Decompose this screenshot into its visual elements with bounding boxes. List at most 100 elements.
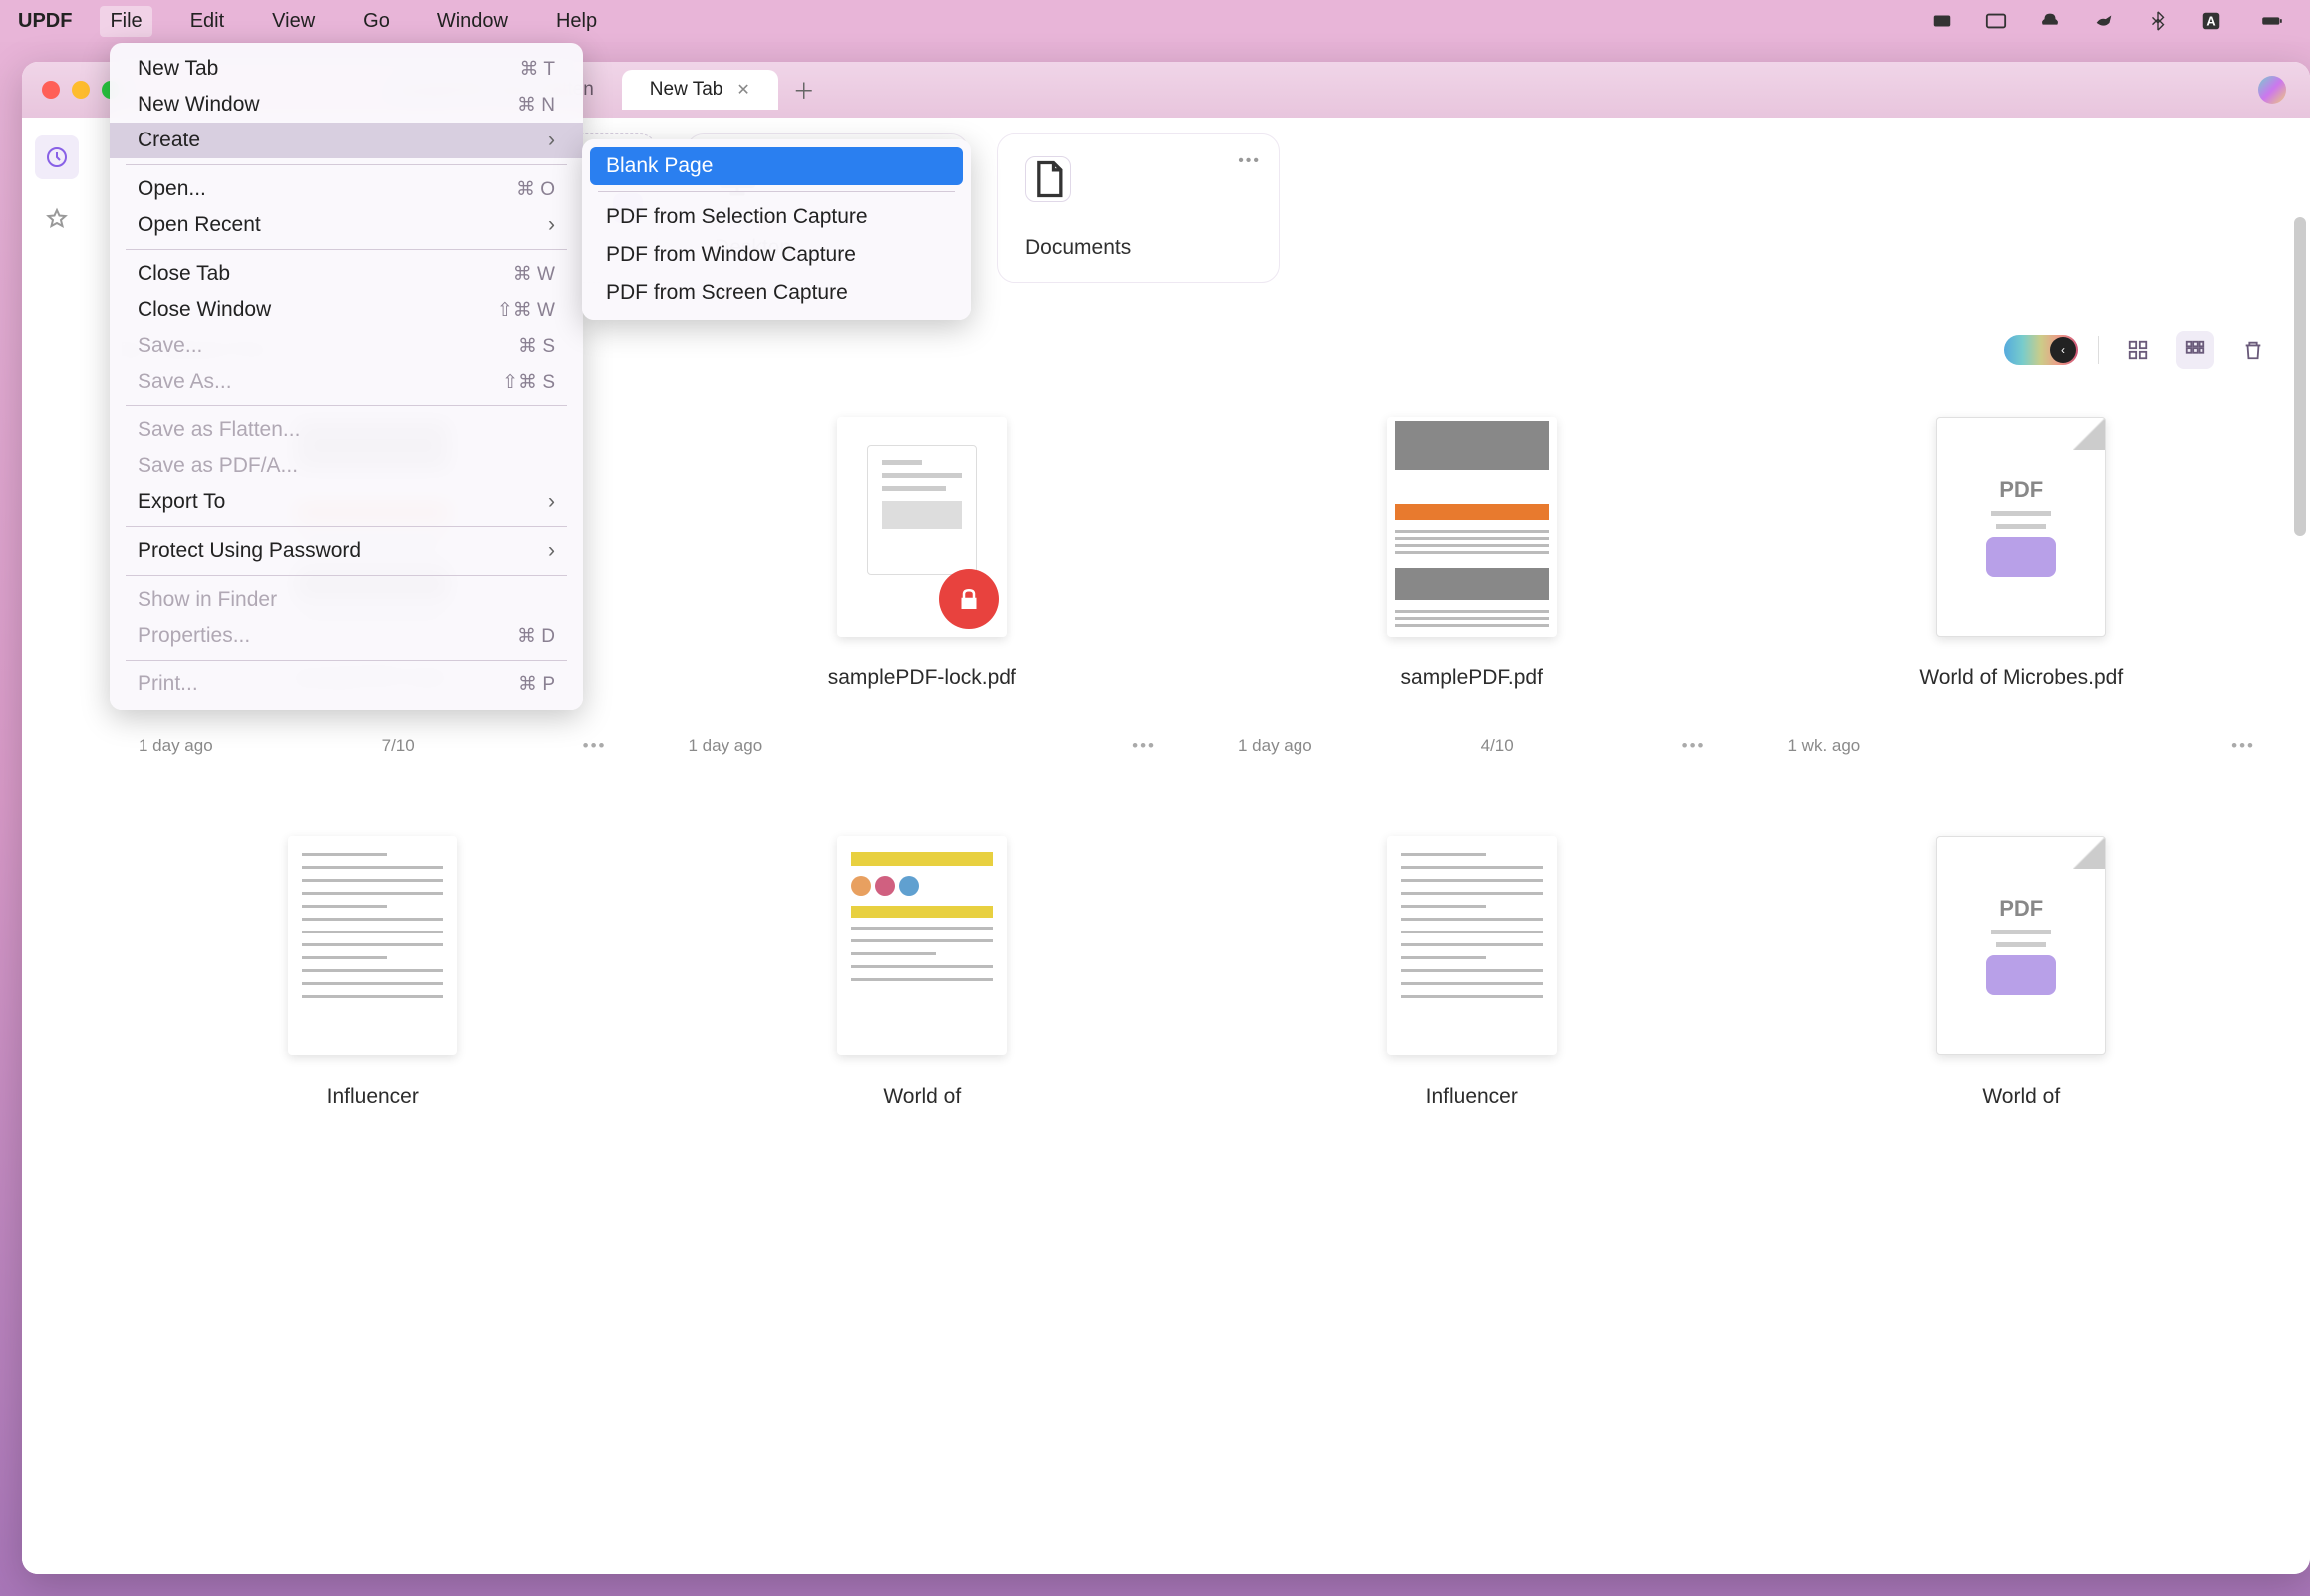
tray-bird-icon[interactable] xyxy=(2091,8,2117,34)
menu-go[interactable]: Go xyxy=(353,6,400,37)
menu-shortcut: ⌘ W xyxy=(513,263,555,286)
menu-item-export-to[interactable]: Export To› xyxy=(110,484,583,520)
tab-active[interactable]: New Tab ✕ xyxy=(622,70,778,110)
file-more-icon[interactable]: ••• xyxy=(2231,736,2255,756)
menu-item-new-tab[interactable]: New Tab⌘ T xyxy=(110,51,583,87)
delete-button[interactable] xyxy=(2234,331,2272,369)
menu-item-protect-using-password[interactable]: Protect Using Password › xyxy=(110,533,583,569)
menu-shortcut: ⇧⌘ S xyxy=(502,371,555,394)
chevron-right-icon: › xyxy=(548,213,555,237)
file-name: World of xyxy=(1982,1083,2060,1141)
battery-icon[interactable] xyxy=(2252,8,2292,34)
tray-app-icon[interactable] xyxy=(1929,8,1955,34)
file-card[interactable]: Influencer xyxy=(1219,815,1725,1162)
view-large-grid-button[interactable] xyxy=(2119,331,2157,369)
file-card[interactable]: samplePDF.pdf1 day ago4/10••• xyxy=(1219,397,1725,777)
menu-separator xyxy=(126,405,567,406)
menu-item-show-in-finder: Show in Finder xyxy=(110,582,583,618)
menu-item-create[interactable]: Create› xyxy=(110,123,583,158)
tile-label: Documents xyxy=(1025,236,1131,260)
submenu-item-pdf-from-window-capture[interactable]: PDF from Window Capture xyxy=(582,236,971,274)
history-button[interactable] xyxy=(35,135,79,179)
file-card[interactable]: samplePDF-lock.pdf1 day ago••• xyxy=(670,397,1176,777)
documents-tile[interactable]: ••• Documents xyxy=(997,133,1280,283)
menu-view[interactable]: View xyxy=(262,6,325,37)
minimize-window-button[interactable] xyxy=(72,81,90,99)
file-card[interactable]: PDF World of xyxy=(1769,815,2275,1162)
menu-separator xyxy=(126,575,567,576)
tab-add-button[interactable]: ＋ xyxy=(788,74,820,106)
menu-file[interactable]: File xyxy=(100,6,151,37)
app-name: UPDF xyxy=(18,10,72,33)
menu-item-label: Export To xyxy=(138,490,225,514)
chevron-right-icon: › xyxy=(548,539,555,563)
menu-item-new-window[interactable]: New Window⌘ N xyxy=(110,87,583,123)
input-source-icon[interactable]: A xyxy=(2198,8,2224,34)
menu-item-print-: Print...⌘ P xyxy=(110,666,583,702)
file-name: Influencer xyxy=(327,1083,419,1141)
lock-icon xyxy=(939,569,999,629)
menu-shortcut: ⌘ N xyxy=(517,94,555,117)
close-window-button[interactable] xyxy=(42,81,60,99)
divider xyxy=(2098,336,2099,364)
menu-shortcut: ⌘ P xyxy=(518,673,555,696)
left-sidebar xyxy=(22,118,92,1574)
file-card[interactable]: PDF World of Microbes.pdf 1 wk. ago ••• xyxy=(1769,397,2275,777)
menu-edit[interactable]: Edit xyxy=(180,6,234,37)
menu-item-close-tab[interactable]: Close Tab⌘ W xyxy=(110,256,583,292)
file-thumbnail: PDF xyxy=(1936,417,2106,637)
submenu-item-pdf-from-screen-capture[interactable]: PDF from Screen Capture xyxy=(582,274,971,312)
file-card[interactable]: World of xyxy=(670,815,1176,1162)
file-thumbnail xyxy=(837,417,1007,637)
menu-item-label: New Tab xyxy=(138,57,218,81)
menu-item-label: Close Window xyxy=(138,298,271,322)
file-time: 1 day ago xyxy=(1238,736,1312,756)
menu-item-label: Protect Using Password xyxy=(138,539,361,563)
create-submenu: Blank PagePDF from Selection CapturePDF … xyxy=(582,139,971,320)
file-more-icon[interactable]: ••• xyxy=(1132,736,1156,756)
menu-shortcut: ⌘ S xyxy=(518,335,555,358)
submenu-item-blank-page[interactable]: Blank Page xyxy=(590,147,963,185)
svg-text:A: A xyxy=(2206,14,2215,29)
menu-shortcut: ⌘ D xyxy=(517,625,555,648)
documents-icon xyxy=(1025,156,1071,202)
file-name: World of Microbes.pdf xyxy=(1919,665,2123,722)
menu-item-save-as-pdf-a-: Save as PDF/A... xyxy=(110,448,583,484)
menu-item-open-[interactable]: Open...⌘ O xyxy=(110,171,583,207)
menu-item-label: Properties... xyxy=(138,624,250,648)
scrollbar-thumb[interactable] xyxy=(2294,217,2306,536)
menu-item-open-recent[interactable]: Open Recent› xyxy=(110,207,583,243)
tab-close-icon[interactable]: ✕ xyxy=(736,80,749,100)
file-more-icon[interactable]: ••• xyxy=(1682,736,1706,756)
traffic-lights xyxy=(42,81,120,99)
file-more-icon[interactable]: ••• xyxy=(583,736,607,756)
menu-shortcut: ⌘ O xyxy=(516,178,555,201)
menu-help[interactable]: Help xyxy=(546,6,607,37)
menu-item-close-window[interactable]: Close Window ⇧⌘ W xyxy=(110,292,583,328)
submenu-item-pdf-from-selection-capture[interactable]: PDF from Selection Capture xyxy=(582,198,971,236)
menu-shortcut: ⇧⌘ W xyxy=(497,299,555,322)
tray-card-icon[interactable] xyxy=(1983,8,2009,34)
menu-window[interactable]: Window xyxy=(428,6,518,37)
tile-more-icon[interactable]: ••• xyxy=(1238,152,1261,170)
bluetooth-icon[interactable] xyxy=(2145,8,2170,34)
color-filter-pill[interactable]: ‹ xyxy=(2004,335,2078,365)
file-thumbnail: PDF xyxy=(1936,836,2106,1055)
favorites-button[interactable] xyxy=(35,197,79,241)
file-thumbnail xyxy=(288,836,457,1055)
scrollbar[interactable] xyxy=(2294,217,2306,1554)
file-name: samplePDF.pdf xyxy=(1401,665,1543,722)
file-menu-dropdown: New Tab⌘ TNew Window⌘ NCreate› Open...⌘ O… xyxy=(110,43,583,710)
file-time: 1 wk. ago xyxy=(1788,736,1861,756)
menu-item-label: Save... xyxy=(138,334,202,358)
file-name: samplePDF-lock.pdf xyxy=(828,665,1016,722)
file-time: 1 day ago xyxy=(139,736,213,756)
file-meta: 1 day ago7/10••• xyxy=(139,736,607,756)
file-card[interactable]: Influencer xyxy=(120,815,626,1162)
file-thumbnail xyxy=(837,836,1007,1055)
menu-item-save-as-: Save As... ⇧⌘ S xyxy=(110,364,583,399)
menu-item-label: Show in Finder xyxy=(138,588,277,612)
menu-item-label: Save As... xyxy=(138,370,232,394)
tray-cloud-icon[interactable] xyxy=(2037,8,2063,34)
view-small-grid-button[interactable] xyxy=(2176,331,2214,369)
